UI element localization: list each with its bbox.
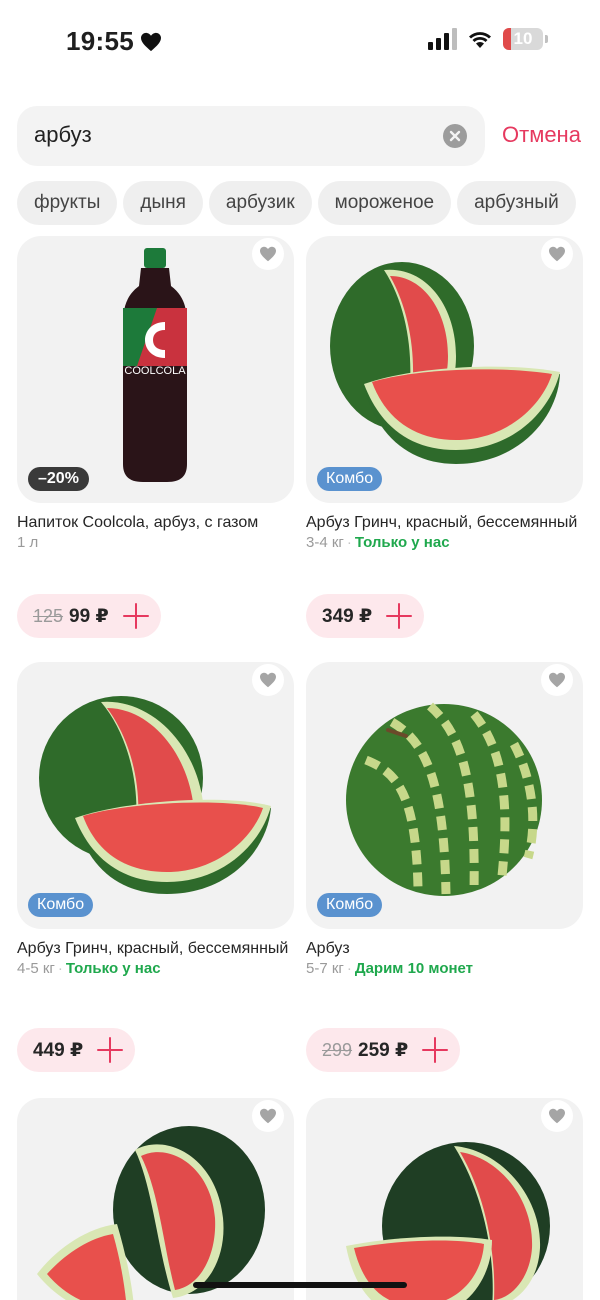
watermelon-sliced-icon <box>39 696 271 894</box>
plus-icon <box>97 1037 124 1063</box>
product-name: Напиток Coolcola, арбуз, с газом <box>17 514 259 531</box>
wifi-icon <box>469 32 491 48</box>
watermelon-dark-cut-icon <box>37 1126 265 1300</box>
product-weight: 3-4 кг <box>306 534 344 551</box>
heart-icon <box>260 672 276 688</box>
signal-icon <box>428 28 457 50</box>
heart-icon <box>260 1108 276 1124</box>
search-input[interactable]: арбуз <box>17 106 485 166</box>
close-icon <box>449 130 461 142</box>
chip-ice-cream[interactable]: мороженое <box>317 181 452 225</box>
favorite-button[interactable] <box>541 664 573 696</box>
price-add-button[interactable]: 349 ₽ <box>306 594 425 638</box>
clear-search-button[interactable] <box>443 124 467 148</box>
favorite-button[interactable] <box>252 238 284 270</box>
product-image[interactable] <box>17 1098 294 1300</box>
discount-badge: –20% <box>28 467 89 491</box>
clock: 19:55 <box>66 26 134 56</box>
product-card[interactable]: Комбо Арбуз Гринч, красный, бессемянный … <box>306 236 583 638</box>
favorite-button[interactable] <box>541 238 573 270</box>
product-card[interactable] <box>306 1098 583 1300</box>
suggestion-chips: фрукты дыня арбузик мороженое арбузный <box>17 181 576 225</box>
heart-icon <box>549 672 565 688</box>
cancel-button[interactable]: Отмена <box>502 122 581 148</box>
product-name: Арбуз <box>306 940 350 957</box>
chip-watermelon-flavored[interactable]: арбузный <box>457 181 576 225</box>
product-weight: 5-7 кг <box>306 960 344 977</box>
heart-icon <box>549 246 565 262</box>
heart-icon <box>141 32 161 51</box>
combo-badge: Комбо <box>317 893 383 917</box>
coolcola-bottle-icon: COOLCOLA <box>123 248 187 482</box>
svg-text:COOLCOLA: COOLCOLA <box>124 365 186 377</box>
status-bar: 19:55 10 <box>0 0 600 80</box>
product-name: Арбуз Гринч, красный, бессемянный <box>17 940 289 957</box>
combo-badge: Комбо <box>28 893 94 917</box>
product-image[interactable]: COOLCOLA –20% <box>17 236 294 503</box>
home-indicator[interactable] <box>193 1282 407 1288</box>
favorite-button[interactable] <box>252 664 284 696</box>
favorite-button[interactable] <box>252 1100 284 1132</box>
promo-label: Дарим 10 монет <box>354 960 474 977</box>
watermelon-dark-cut-icon <box>346 1142 550 1300</box>
promo-label: Только у нас <box>65 960 161 977</box>
plus-icon <box>386 603 413 629</box>
product-card[interactable] <box>17 1098 294 1300</box>
old-price: 299 <box>322 1039 353 1060</box>
chip-fruits[interactable]: фрукты <box>17 181 118 225</box>
price-add-button[interactable]: 449 ₽ <box>17 1028 136 1072</box>
chip-melon[interactable]: дыня <box>123 181 203 225</box>
current-price: 349 ₽ <box>322 605 373 627</box>
search-query: арбуз <box>34 122 92 147</box>
status-time: 19:55 <box>66 26 162 57</box>
promo-label: Только у нас <box>354 534 450 551</box>
product-meta: 3-4 кг · Только у нас <box>306 534 450 551</box>
product-meta: 4-5 кг · Только у нас <box>17 960 161 977</box>
product-card[interactable]: COOLCOLA –20% Напиток Coolcola, арбуз, с… <box>17 236 294 638</box>
old-price: 125 <box>33 605 64 626</box>
product-weight: 4-5 кг <box>17 960 55 977</box>
price-add-button[interactable]: 125 99 ₽ <box>17 594 161 638</box>
product-image[interactable] <box>306 1098 583 1300</box>
chip-watermelon-small[interactable]: арбузик <box>208 181 312 225</box>
product-image[interactable]: Комбо <box>306 236 583 503</box>
product-card[interactable]: Комбо Арбуз 5-7 кг · Дарим 10 монет 299 25… <box>306 662 583 1074</box>
favorite-button[interactable] <box>541 1100 573 1132</box>
current-price: 99 ₽ <box>69 605 109 627</box>
status-icons: 10 <box>428 28 548 50</box>
battery-level: 10 <box>513 29 533 48</box>
product-name: Арбуз Гринч, красный, бессемянный <box>306 514 578 531</box>
product-meta: 5-7 кг · Дарим 10 монет <box>306 960 474 977</box>
combo-badge: Комбо <box>317 467 383 491</box>
battery-cap <box>545 35 548 43</box>
product-volume: 1 л <box>17 534 39 551</box>
plus-icon <box>122 603 149 629</box>
heart-icon <box>260 246 276 262</box>
product-image[interactable]: Комбо <box>306 662 583 929</box>
watermelon-striped-icon <box>346 702 542 896</box>
current-price: 449 ₽ <box>33 1039 84 1061</box>
product-image[interactable]: Комбо <box>17 662 294 929</box>
product-card[interactable]: Комбо Арбуз Гринч, красный, бессемянный … <box>17 662 294 1074</box>
plus-icon <box>422 1037 449 1063</box>
price-add-button[interactable]: 299 259 ₽ <box>306 1028 461 1072</box>
battery-icon: 10 <box>503 28 543 50</box>
watermelon-sliced-icon <box>330 262 560 464</box>
current-price: 259 ₽ <box>358 1039 409 1061</box>
heart-icon <box>549 1108 565 1124</box>
